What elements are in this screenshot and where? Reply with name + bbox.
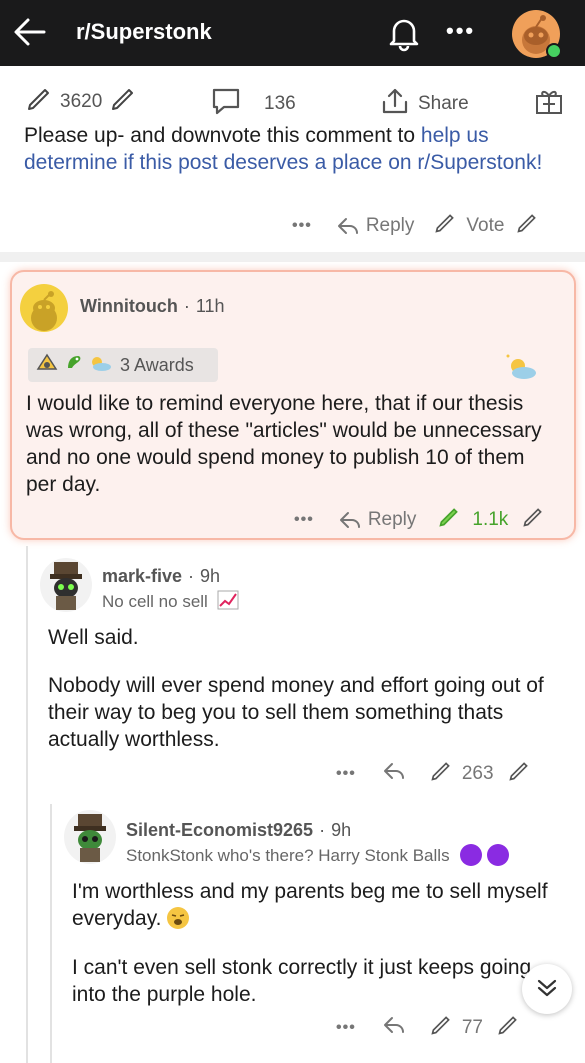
user-flair: StonkStonk who's there? Harry Stonk Ball…	[126, 844, 510, 866]
post-action-bar: 3620 136 Share	[0, 66, 585, 126]
award-icon	[62, 352, 84, 379]
comment-text: I'm worthless and my parents beg me to s…	[72, 880, 548, 930]
comment-author[interactable]: mark-five	[102, 566, 182, 587]
comment-time: 11h	[195, 296, 225, 316]
online-status-dot	[546, 43, 562, 59]
awards-count: 3 Awards	[120, 354, 194, 375]
more-icon[interactable]: •••	[336, 1019, 356, 1037]
comment-actions: ••• Reply 1.1k	[294, 506, 544, 534]
comment-score: 77	[461, 1017, 483, 1038]
post-upvote-count: 3620	[60, 91, 103, 112]
upvote-icon[interactable]	[438, 506, 460, 534]
reply-icon[interactable]	[382, 1014, 406, 1042]
chart-increasing-icon	[217, 590, 239, 615]
comment-body: I would like to remind everyone here, th…	[26, 392, 542, 496]
comment-time: 9h	[200, 566, 221, 586]
reply-icon[interactable]	[382, 760, 406, 788]
mod-comment-actions: ••• Reply Vote	[292, 212, 538, 240]
comment-body-paragraph: I'm worthless and my parents beg me to s…	[72, 878, 552, 932]
share-button[interactable]: Share	[380, 86, 469, 122]
comment-icon	[210, 86, 242, 122]
comments-button[interactable]: 136	[210, 86, 296, 122]
reply-icon	[339, 512, 360, 528]
thread-line[interactable]	[26, 546, 28, 1063]
top-bar: r/Superstonk •••	[0, 0, 585, 66]
comment-meta: mark-five · 9h	[102, 566, 221, 587]
post-vote-group: 3620	[26, 86, 136, 118]
flair-text: StonkStonk who's there? Harry Stonk Ball…	[126, 846, 450, 865]
user-flair: No cell no sell	[102, 590, 239, 615]
purple-circle-icon	[460, 844, 483, 866]
weary-face-icon	[167, 907, 190, 929]
more-icon[interactable]: •••	[336, 765, 356, 783]
weather-award-icon	[504, 352, 538, 387]
purple-circle-icon	[487, 844, 510, 866]
comment-score: 263	[461, 763, 494, 784]
chevron-down-icon	[533, 973, 561, 1006]
more-icon[interactable]: •••	[446, 18, 475, 44]
back-arrow-icon[interactable]	[12, 14, 48, 55]
downvote-icon[interactable]	[516, 212, 538, 240]
comment-meta: Winnitouch · 11h	[80, 296, 225, 317]
upvote-icon[interactable]	[26, 86, 52, 118]
share-label: Share	[418, 93, 469, 114]
downvote-icon[interactable]	[522, 506, 544, 534]
comment-author[interactable]: Winnitouch	[80, 296, 178, 317]
comment-body-paragraph: Well said.	[48, 626, 139, 649]
downvote-icon[interactable]	[497, 1014, 519, 1042]
comment-author[interactable]: Silent-Economist9265	[126, 820, 313, 841]
reply-icon	[337, 218, 358, 234]
gift-icon[interactable]	[534, 86, 564, 116]
downvote-icon[interactable]	[508, 760, 530, 788]
flair-text: No cell no sell	[102, 592, 208, 611]
comment-time: 9h	[331, 820, 352, 840]
avatar[interactable]	[20, 284, 68, 332]
comment-actions: ••• 77	[336, 1014, 519, 1042]
reply-button[interactable]: Reply	[336, 215, 415, 237]
bell-icon[interactable]	[386, 14, 422, 57]
reply-button[interactable]: Reply	[338, 509, 417, 531]
comment-actions: ••• 263	[336, 760, 530, 788]
subreddit-title[interactable]: r/Superstonk	[76, 19, 212, 45]
mod-comment-body: Please up- and downvote this comment to …	[24, 122, 554, 176]
downvote-icon[interactable]	[110, 86, 136, 118]
share-icon	[380, 86, 410, 122]
more-icon[interactable]: •••	[292, 217, 312, 235]
thread-line[interactable]	[50, 804, 52, 1063]
reply-label: Reply	[367, 509, 417, 530]
avatar[interactable]	[40, 558, 92, 612]
highlighted-comment[interactable]: Winnitouch · 11h 3 Awards I would like t…	[10, 270, 576, 540]
section-divider	[0, 252, 585, 262]
upvote-icon[interactable]	[434, 212, 456, 240]
comment-body-paragraph: Nobody will ever spend money and effort …	[48, 674, 544, 751]
comment-body-paragraph: I can't even sell stonk correctly it jus…	[72, 956, 532, 1006]
more-icon[interactable]: •••	[294, 511, 314, 529]
comment-score: 1.1k	[472, 509, 509, 530]
upvote-icon[interactable]	[430, 760, 452, 788]
vote-label: Vote	[466, 215, 505, 236]
upvote-icon[interactable]	[430, 1014, 452, 1042]
awards-badge[interactable]: 3 Awards	[28, 348, 218, 382]
avatar[interactable]	[64, 810, 116, 864]
comment-count: 136	[264, 93, 296, 114]
comment-meta: Silent-Economist9265 · 9h	[126, 820, 352, 841]
award-icon	[36, 353, 58, 378]
reply-label: Reply	[365, 215, 415, 236]
award-icon	[88, 353, 112, 378]
scroll-next-button[interactable]	[522, 964, 572, 1014]
mod-comment-text: Please up- and downvote this comment to	[24, 124, 421, 147]
